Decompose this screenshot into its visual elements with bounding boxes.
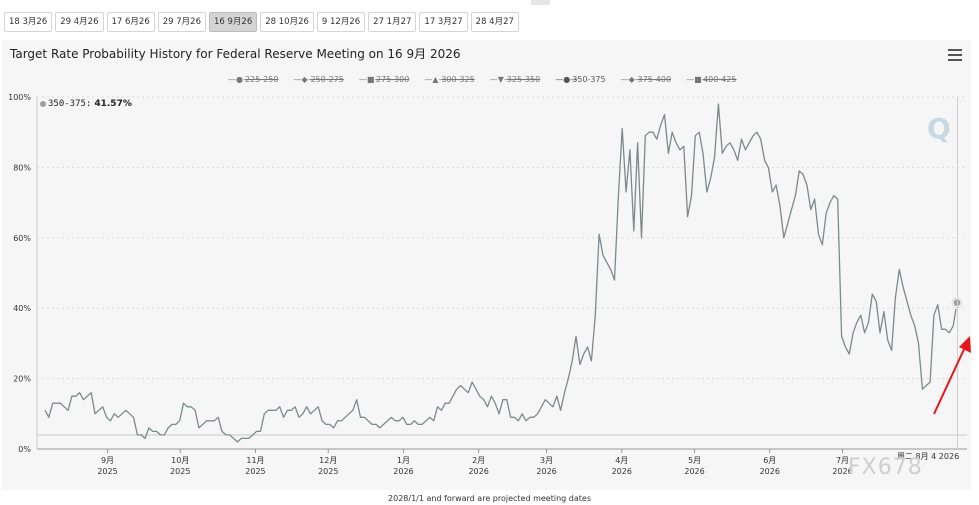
x-tick-label: 6月 xyxy=(763,456,776,465)
x-tick-label: 5月 xyxy=(688,456,701,465)
y-tick-label: 80% xyxy=(13,163,31,172)
series-line-350-375 xyxy=(44,103,958,443)
y-tick-label: 100% xyxy=(8,93,31,102)
y-tick-label: 40% xyxy=(13,304,31,313)
y-tick-label: 60% xyxy=(13,234,31,243)
watermark: FX678 xyxy=(848,455,923,480)
chart-tooltip: 350-375: 41.57% xyxy=(40,99,132,109)
x-tick-year: 2026 xyxy=(760,467,780,476)
footer-note: 2028/1/1 and forward are projected meeti… xyxy=(388,494,591,503)
x-tick-year: 2026 xyxy=(468,467,488,476)
line-chart: 0% 20% 40% 60% 80% 100% 9月 2025 10月 2025 11月 2025 12… xyxy=(8,93,971,476)
tooltip-marker-icon xyxy=(40,101,46,107)
x-tick-label: 9月 xyxy=(101,456,114,465)
x-tick-label: 11月 xyxy=(246,456,264,465)
x-tick-label: 2月 xyxy=(472,456,485,465)
x-tick-year: 2026 xyxy=(684,467,704,476)
tooltip-label: 350-375: xyxy=(48,99,92,109)
x-tick-label: 12月 xyxy=(319,456,337,465)
y-tick-label: 0% xyxy=(18,445,31,454)
x-tick-label: 10月 xyxy=(171,456,189,465)
x-tick-year: 2025 xyxy=(318,467,338,476)
x-tick-label: 3月 xyxy=(540,456,553,465)
tooltip-value: 41.57% xyxy=(94,99,132,109)
q-logo-icon: Q xyxy=(927,112,951,145)
x-tick-year: 2026 xyxy=(612,467,632,476)
x-tick-label: 1月 xyxy=(397,456,410,465)
x-tick-year: 2026 xyxy=(393,467,413,476)
red-arrow-head-icon xyxy=(959,336,971,353)
red-arrow-icon xyxy=(933,344,967,415)
x-tick-year: 2025 xyxy=(170,467,190,476)
x-tick-label: 4月 xyxy=(615,456,628,465)
x-tick-year: 2025 xyxy=(245,467,265,476)
x-tick-year: 2026 xyxy=(536,467,556,476)
y-tick-label: 20% xyxy=(13,375,31,384)
x-tick-year: 2025 xyxy=(97,467,117,476)
